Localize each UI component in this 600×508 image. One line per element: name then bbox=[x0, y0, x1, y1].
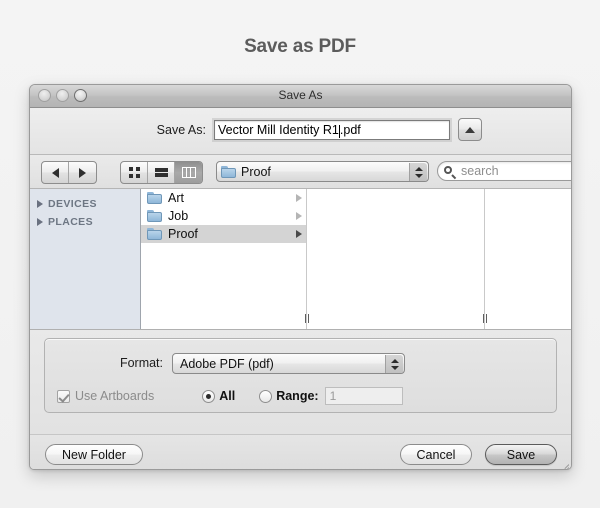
expand-browser-button[interactable] bbox=[458, 118, 482, 141]
browser-toolbar: Proof search bbox=[30, 155, 571, 189]
options-area: Format: Adobe PDF (pdf) Use Artboards Al… bbox=[30, 330, 571, 434]
page-title: Save as PDF bbox=[244, 36, 356, 57]
search-placeholder: search bbox=[461, 164, 499, 178]
artboards-row: Use Artboards All Range: 1 bbox=[45, 385, 556, 407]
filename-row: Save As: Vector Mill Identity R1 .pdf bbox=[30, 108, 571, 155]
sidebar-group-places[interactable]: PLACES bbox=[30, 213, 140, 231]
triangle-up-icon bbox=[465, 126, 475, 133]
sidebar-group-devices[interactable]: DEVICES bbox=[30, 195, 140, 213]
chevron-right-icon bbox=[296, 212, 302, 220]
chevron-down-icon bbox=[390, 366, 399, 370]
list-item-label: Proof bbox=[168, 227, 198, 241]
folder-icon bbox=[147, 192, 162, 204]
chevron-right-icon bbox=[296, 230, 302, 238]
format-value: Adobe PDF (pdf) bbox=[180, 356, 274, 371]
new-folder-button[interactable]: New Folder bbox=[45, 444, 143, 465]
use-artboards-checkbox[interactable]: Use Artboards bbox=[57, 389, 154, 403]
disclosure-triangle-icon[interactable] bbox=[37, 218, 43, 226]
chevron-down-icon bbox=[414, 174, 423, 178]
columns-icon bbox=[181, 167, 196, 178]
format-stepper-icon bbox=[385, 355, 403, 373]
page-root: Save as PDF Save As Save As: Vector Mill… bbox=[0, 0, 600, 508]
chevron-up-icon bbox=[390, 359, 399, 363]
list-item-label: Art bbox=[168, 191, 184, 205]
format-popup-button[interactable]: Adobe PDF (pdf) bbox=[172, 353, 405, 374]
all-radio-label: All bbox=[219, 389, 236, 403]
all-radio[interactable]: All bbox=[202, 389, 235, 403]
range-radio[interactable]: Range: bbox=[259, 389, 319, 403]
filename-input[interactable]: Vector Mill Identity R1 .pdf bbox=[214, 120, 450, 140]
options-panel: Format: Adobe PDF (pdf) Use Artboards Al… bbox=[44, 338, 557, 413]
sidebar-group-label: DEVICES bbox=[48, 198, 97, 210]
folder-icon bbox=[147, 228, 162, 240]
window-title: Save As bbox=[278, 88, 323, 102]
view-mode-column[interactable] bbox=[175, 162, 202, 183]
view-mode-segmented-control bbox=[120, 161, 203, 184]
list-item[interactable]: Job bbox=[141, 207, 306, 225]
cancel-button[interactable]: Cancel bbox=[400, 444, 472, 465]
arrow-right-icon bbox=[79, 167, 86, 178]
range-radio-label: Range: bbox=[276, 389, 319, 403]
chevron-right-icon bbox=[296, 194, 302, 202]
format-label: Format: bbox=[119, 356, 163, 370]
arrow-left-icon bbox=[51, 167, 59, 178]
dialog-footer: New Folder Cancel Save bbox=[30, 434, 571, 469]
column-resize-handle[interactable] bbox=[481, 314, 488, 323]
filename-text-before-caret: Vector Mill Identity R1 bbox=[218, 123, 339, 137]
radio-selected-icon bbox=[202, 389, 216, 403]
list-item-label: Job bbox=[168, 209, 189, 223]
browser-column-two bbox=[307, 189, 488, 329]
column-resize-handle[interactable] bbox=[303, 314, 310, 323]
save-as-label: Save As: bbox=[156, 123, 206, 137]
folder-icon bbox=[147, 210, 162, 222]
column-view-container: Art Job Proof bbox=[141, 189, 571, 329]
view-mode-icon[interactable] bbox=[121, 162, 148, 183]
location-stepper-icon bbox=[409, 163, 427, 181]
search-icon bbox=[444, 165, 457, 178]
view-mode-list[interactable] bbox=[148, 162, 175, 183]
sidebar-group-label: PLACES bbox=[48, 216, 93, 228]
navigation-segmented-control bbox=[41, 161, 97, 184]
browser-column-one: Art Job Proof bbox=[141, 189, 310, 329]
chevron-up-icon bbox=[414, 167, 423, 171]
radio-unselected-icon bbox=[259, 389, 273, 403]
browser-column-three bbox=[485, 189, 571, 329]
range-input[interactable]: 1 bbox=[324, 387, 403, 405]
window-titlebar[interactable]: Save As bbox=[30, 85, 571, 108]
location-label: Proof bbox=[241, 164, 271, 179]
save-button[interactable]: Save bbox=[485, 444, 557, 465]
list-item[interactable]: Art bbox=[141, 189, 306, 207]
forward-button[interactable] bbox=[69, 162, 96, 183]
file-browser: DEVICES PLACES Art Job Proof bbox=[30, 189, 571, 330]
window-resize-grip[interactable] bbox=[556, 460, 569, 469]
back-button[interactable] bbox=[42, 162, 69, 183]
range-value: 1 bbox=[329, 389, 337, 403]
list-item-selected[interactable]: Proof bbox=[141, 225, 306, 243]
grid-icon bbox=[128, 167, 140, 178]
text-caret bbox=[338, 124, 340, 138]
save-as-dialog: Save As Save As: Vector Mill Identity R1… bbox=[29, 84, 572, 470]
filename-text-after-caret: .pdf bbox=[339, 123, 361, 137]
checkbox-icon bbox=[57, 389, 70, 403]
use-artboards-label: Use Artboards bbox=[75, 389, 155, 403]
location-popup-button[interactable]: Proof bbox=[216, 161, 429, 182]
disclosure-triangle-icon[interactable] bbox=[37, 200, 43, 208]
list-icon bbox=[154, 167, 168, 178]
search-input[interactable]: search bbox=[437, 161, 571, 181]
folder-icon bbox=[221, 165, 236, 178]
sidebar: DEVICES PLACES bbox=[30, 189, 141, 329]
